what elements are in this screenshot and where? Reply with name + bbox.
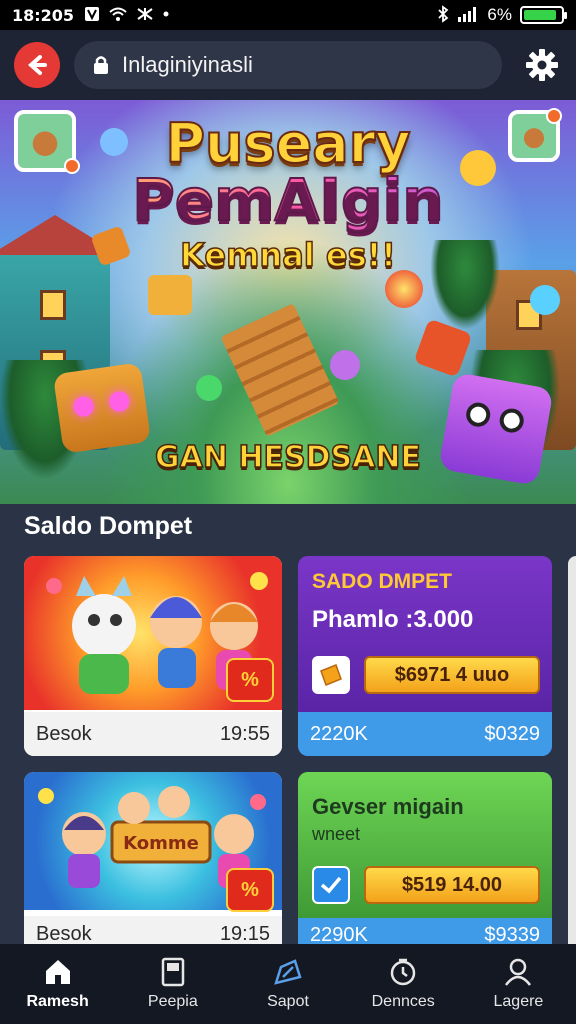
bottom-navigation: Ramesh Peepia Sapot Dennces Lagere (0, 944, 576, 1024)
gem-icon (530, 285, 560, 315)
wallet-amount-button[interactable]: $6971 4 uuo (364, 656, 540, 694)
bell-icon (148, 275, 192, 315)
bluetooth-icon (437, 4, 449, 26)
back-arrow-icon (27, 55, 47, 75)
nav-item-sapot[interactable]: Sapot (230, 944, 345, 1024)
card-amount: $0329 (484, 722, 540, 745)
wallet-card[interactable]: SADO DMPET Phamlo :3.000 $6971 4 uuo 222… (298, 556, 552, 756)
next-card-peek[interactable] (568, 556, 576, 952)
home-icon (45, 960, 70, 984)
nav-item-home[interactable]: Ramesh (0, 944, 115, 1024)
promo-card-title: Gevser migain (312, 794, 464, 819)
nav-item-dennces[interactable]: Dennces (346, 944, 461, 1024)
promo-card[interactable]: Gevser migain wneet $519 14.00 2290K $93… (298, 772, 552, 952)
settings-button[interactable] (522, 45, 562, 85)
app-notification-icon (136, 6, 154, 25)
card-label: Besok (36, 922, 92, 945)
section-title: Saldo Dompet (24, 512, 193, 540)
svg-text:Komme: Komme (123, 833, 199, 854)
card-label: Besok (36, 722, 92, 745)
promo-amount-button[interactable]: $519 14.00 (364, 866, 540, 904)
card-time: 19:55 (219, 722, 270, 745)
hero-banner[interactable]: Puseary PemAIgin Kemnal es!! GAN HESDSAN… (0, 100, 576, 504)
wallet-card-subtitle: Phamlo :3.000 (312, 606, 474, 633)
discount-badge: % (226, 658, 274, 702)
browser-toolbar: Inlaginiyinasli (0, 30, 576, 100)
gem-icon (385, 270, 423, 308)
back-button[interactable] (14, 42, 60, 88)
gem-icon (196, 375, 222, 401)
nav-item-peepia[interactable]: Peepia (115, 944, 230, 1024)
card-footer: 2220K $0329 (298, 712, 552, 756)
banner-title-line2: PemAIgin (0, 165, 576, 235)
tablet-icon (161, 957, 185, 987)
ticket-icon[interactable] (312, 656, 350, 694)
card-label: 2220K (310, 722, 368, 745)
gem-icon (330, 350, 360, 380)
more-dot-icon (162, 6, 170, 25)
user-icon (505, 958, 532, 986)
game-card[interactable]: Komme % Besok 19:15 (24, 772, 282, 952)
checkbox-icon[interactable] (312, 866, 350, 904)
status-bar: 18:205 6% (0, 0, 576, 30)
notification-icon (84, 6, 100, 25)
status-time: 18:205 (12, 5, 75, 25)
url-bar[interactable]: Inlaginiyinasli (74, 41, 502, 89)
battery-icon (520, 6, 567, 24)
signal-icon (457, 6, 479, 25)
battery-percentage: 6% (487, 5, 512, 24)
gear-icon (526, 49, 558, 81)
banner-cta-text[interactable]: GAN HESDSANE (0, 439, 576, 476)
banner-subtitle: Kemnal es!! (179, 235, 396, 275)
nav-item-lagere[interactable]: Lagere (461, 944, 576, 1024)
map-icon (274, 959, 302, 985)
wallet-card-title: SADO DMPET (312, 570, 453, 593)
block-tower-illustration (220, 303, 340, 437)
wifi-icon (108, 6, 128, 25)
lock-icon (94, 56, 108, 74)
card-time: 19:15 (219, 922, 270, 945)
discount-badge: % (226, 868, 274, 912)
clock-icon (390, 958, 416, 986)
game-card[interactable]: % Besok 19:55 (24, 556, 282, 756)
promo-card-subtitle: wneet (312, 824, 361, 844)
card-footer: Besok 19:55 (24, 712, 282, 756)
url-text: Inlaginiyinasli (122, 52, 253, 77)
